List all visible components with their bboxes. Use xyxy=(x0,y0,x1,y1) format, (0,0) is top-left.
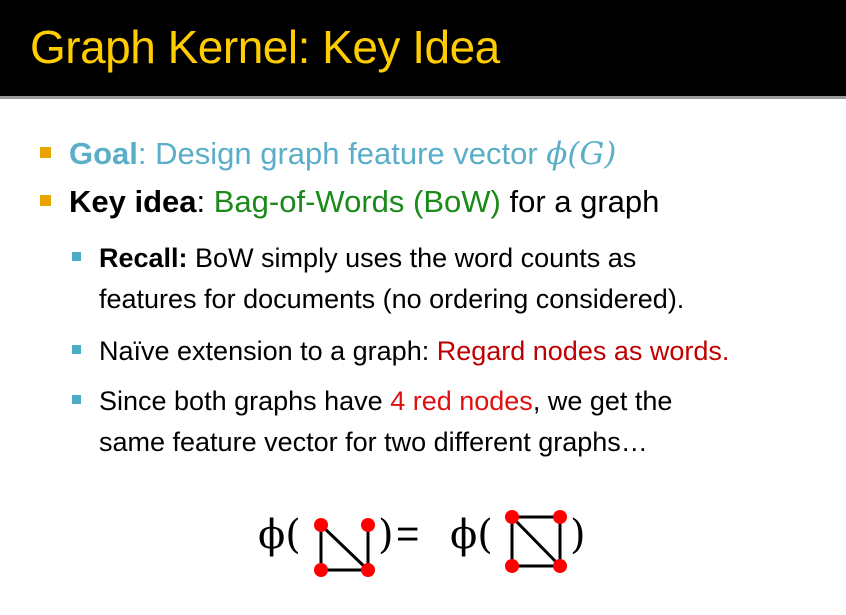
graph-diagrams xyxy=(314,510,567,577)
node xyxy=(314,563,328,577)
node xyxy=(505,510,519,524)
node xyxy=(361,518,375,532)
node xyxy=(505,559,519,573)
node xyxy=(314,518,328,532)
graph-2 xyxy=(505,510,567,573)
node xyxy=(553,559,567,573)
graph-1 xyxy=(314,518,375,577)
node xyxy=(553,510,567,524)
node xyxy=(361,563,375,577)
edge xyxy=(319,523,370,572)
edge xyxy=(510,515,562,568)
